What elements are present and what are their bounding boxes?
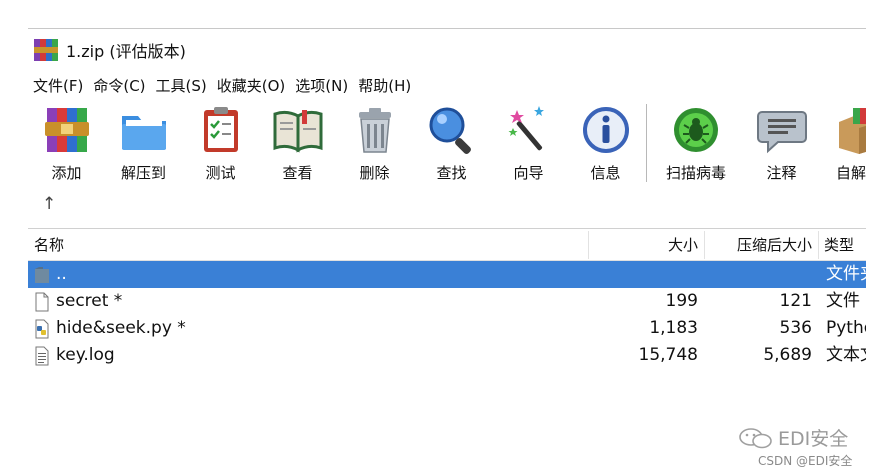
view-button[interactable]: 查看 — [259, 104, 336, 186]
up-one-level-button[interactable]: ↑ — [42, 194, 56, 214]
toolbar-separator — [646, 104, 647, 182]
add-archive-icon — [44, 108, 89, 152]
menu-help[interactable]: 帮助(H) — [353, 74, 416, 98]
info-icon — [582, 107, 629, 153]
winrar-app-icon — [34, 39, 58, 61]
info-button[interactable]: 信息 — [567, 104, 644, 186]
menu-tools[interactable]: 工具(S) — [151, 74, 212, 98]
file-size: 199 — [665, 291, 698, 311]
find-button[interactable]: 查找 — [413, 104, 490, 186]
credit-text: CSDN @EDI安全 — [758, 454, 853, 468]
file-type: 文件 — [826, 291, 860, 311]
blank-file-icon — [35, 292, 49, 311]
python-file-icon — [35, 319, 49, 338]
file-packed-size: 536 — [779, 318, 812, 338]
file-list: 名称 大小 压缩后大小 类型 .. 文件夹 secret * 199 121 — [28, 228, 866, 378]
watermark: EDI安全 — [738, 424, 848, 451]
virus-scan-icon — [674, 108, 718, 152]
wechat-icon — [739, 427, 772, 448]
title-bar: 1.zip (评估版本) — [28, 36, 186, 64]
file-name: .. — [56, 264, 67, 284]
file-type: 文件夹 — [826, 264, 866, 284]
column-divider[interactable] — [818, 231, 819, 259]
table-row[interactable]: hide&seek.py * 1,183 536 Python — [28, 315, 866, 342]
table-row-parent[interactable]: .. 文件夹 — [28, 261, 866, 288]
text-file-icon — [35, 346, 49, 365]
file-size: 1,183 — [649, 318, 698, 338]
view-book-icon — [273, 110, 322, 153]
magic-wand-icon — [508, 106, 544, 151]
menu-file[interactable]: 文件(F) — [28, 74, 88, 98]
window-title: 1.zip (评估版本) — [66, 42, 186, 61]
file-name: key.log — [56, 345, 115, 365]
add-button[interactable]: 添加 — [28, 104, 105, 186]
file-packed-size — [708, 261, 812, 288]
file-packed-size: 5,689 — [763, 345, 812, 365]
menu-command[interactable]: 命令(C) — [88, 74, 150, 98]
trash-icon — [358, 108, 391, 153]
table-row[interactable]: key.log 15,748 5,689 文本文档 — [28, 342, 866, 369]
column-header-row: 名称 大小 压缩后大小 类型 — [28, 229, 866, 261]
file-size: 15,748 — [638, 345, 698, 365]
extract-folder-icon — [121, 116, 166, 150]
menu-favorites[interactable]: 收藏夹(O) — [212, 74, 291, 98]
scan-virus-button[interactable]: 扫描病毒 — [649, 104, 743, 186]
magnifier-icon — [429, 107, 471, 154]
column-type-header[interactable]: 类型 — [824, 229, 854, 261]
comment-bubble-icon — [756, 111, 807, 154]
column-packed-header[interactable]: 压缩后大小 — [708, 229, 812, 261]
watermark-text: EDI安全 — [778, 428, 849, 450]
extract-to-button[interactable]: 解压到 — [105, 104, 182, 186]
test-clipboard-icon — [203, 107, 238, 152]
wizard-button[interactable]: 向导 — [490, 104, 567, 186]
delete-button[interactable]: 删除 — [336, 104, 413, 186]
file-name: hide&seek.py * — [56, 318, 186, 338]
menu-options[interactable]: 选项(N) — [290, 74, 353, 98]
file-size — [588, 261, 698, 288]
sfx-button[interactable]: 自解压 — [820, 104, 866, 186]
column-size-header[interactable]: 大小 — [588, 229, 698, 261]
folder-icon — [35, 266, 49, 283]
test-button[interactable]: 测试 — [182, 104, 259, 186]
file-packed-size: 121 — [779, 291, 812, 311]
menu-bar: 文件(F) 命令(C) 工具(S) 收藏夹(O) 选项(N) 帮助(H) — [28, 74, 416, 98]
column-name-header[interactable]: 名称 — [34, 229, 64, 261]
sfx-box-icon — [838, 108, 866, 154]
comment-button[interactable]: 注释 — [743, 104, 820, 186]
file-type: 文本文档 — [826, 345, 866, 365]
file-type: Python — [826, 318, 866, 338]
top-border — [28, 28, 866, 29]
table-row[interactable]: secret * 199 121 文件 — [28, 288, 866, 315]
column-divider[interactable] — [704, 231, 705, 259]
toolbar: 添加 解压到 测试 查看 删除 查找 向导 信息 扫描病毒 注释 自解 — [28, 104, 866, 186]
file-name: secret * — [56, 291, 123, 311]
